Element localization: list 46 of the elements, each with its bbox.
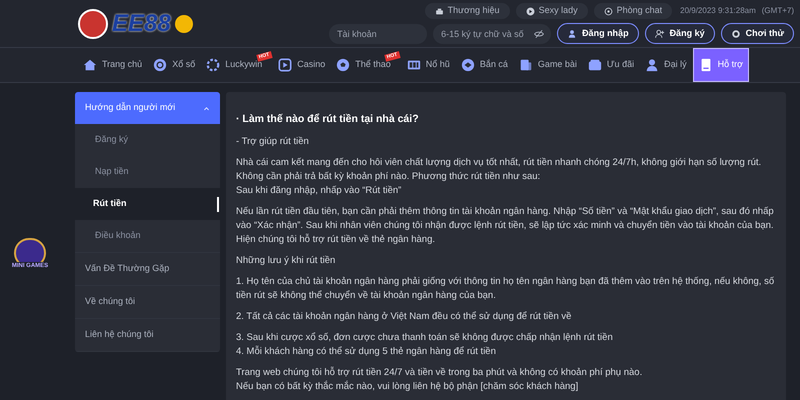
article-paragraph: Nếu bạn có bất kỳ thắc mắc nào, vui lòng liên hệ bộ phận [chăm sóc khách hàng] (236, 380, 580, 394)
nav-label[interactable]: Hỗ trợ (718, 58, 743, 72)
article-paragraph: Sau khi đăng nhập, nhấp vào “Rút tiền” (236, 184, 402, 198)
nav-label[interactable]: Đại lý (664, 58, 687, 72)
nav-label[interactable]: Game bài (538, 58, 577, 72)
article-paragraph: 2. Tất cả các tài khoản ngân hàng ở Việt Nam đều có thể sử dụng để rút tiền về (236, 310, 572, 324)
article-paragraph: Nhà cái cam kết mang đến cho hôi viên chất lượng dịch vụ tốt nhất, rút tiền nhanh chóng 24/7h, không giới hạn số lượng rút. Không cần phải trả bất kỳ khoản phí nào. Phương thức rút tiền như sau: (236, 156, 762, 184)
article-title: · Làm thế nào để rút tiền tại nhà cái? (236, 112, 420, 126)
article-paragraph: - Trợ giúp rút tiền (236, 135, 310, 149)
article-paragraph: 1. Họ tên của chủ tài khoản ngân hàng phải giống với thông tin họ tên ngân hàng bạn đã thêm vào trên hệ thống, nếu không, số tiền rút sẽ không thể chuyển về tài khoản ngân hàng của bạn. (236, 275, 776, 303)
top-link[interactable]: Thương hiệu (424, 3, 510, 19)
timezone-text: (GMT+7) (762, 5, 794, 17)
nav-tab[interactable]: Đại lý (640, 48, 692, 82)
nav-label[interactable]: Trang chủ (102, 58, 142, 72)
header-button[interactable]: Chơi thử (720, 23, 794, 44)
article-paragraph: Những lưu ý khi rút tiền (236, 254, 336, 268)
sidebar-item[interactable]: Liên hệ chúng tôi (75, 319, 220, 351)
logo-text: EE88 (112, 8, 171, 38)
nav-tab[interactable]: Trang chủ (78, 48, 148, 82)
article-paragraph: 4. Mỗi khách hàng có thể sử dụng 5 thẻ ngân hàng để rút tiền (236, 345, 497, 359)
datetime-text: 20/9/2023 9:31:28am (680, 5, 756, 17)
nav-label[interactable]: Ưu đãi (606, 58, 634, 72)
username-field[interactable]: Tài khoản (329, 24, 428, 44)
nav-tab[interactable]: Nổ hũ (402, 48, 455, 82)
nav-label[interactable]: Nổ hũ (426, 58, 450, 72)
password-field[interactable]: 6-15 ký tự chữ và số (433, 24, 552, 44)
top-link[interactable]: Phòng chat (594, 3, 672, 19)
sidebar-item[interactable]: Về chúng tôi (75, 286, 220, 318)
nav-tab[interactable]: Ưu đãi (582, 48, 640, 82)
nav-label[interactable]: Bắn cá (480, 58, 508, 72)
top-link[interactable]: Sexy lady (516, 3, 588, 19)
nav-label[interactable]: Casino (297, 58, 326, 72)
article-paragraph: Trang web chúng tôi hỗ trợ rút tiền 24/7 và tiền về trong ba phút và không có khoản phí phụ nào. (236, 366, 644, 380)
nav-tab[interactable]: Bắn cá (456, 48, 513, 82)
nav-tab[interactable]: Game bài (514, 48, 582, 82)
article-paragraph: 3. Sau khi cược xổ số, đơn cược chưa thanh toán sẽ không được chấp nhận lệnh rút tiền (236, 331, 614, 345)
header-button[interactable]: Đăng ký (644, 23, 715, 44)
nav-label[interactable]: Xổ số (172, 58, 196, 72)
nav-tab[interactable]: Casino (273, 48, 330, 82)
header-button[interactable]: Đăng nhập (557, 23, 639, 44)
sidebar-subitem[interactable]: Rút tiền (75, 188, 220, 220)
article-paragraph: Nếu lần rút tiền đầu tiên, bạn cần phải thêm thông tin tài khoản ngân hàng. Nhập “Số tiền” và “Mật khẩu giao dịch”, sau đó nhấp vào “Xác nhận”. Sau khi nhân viên chúng tôi nhận được lệnh rút tiền, sẽ lập tức xác minh và chuyển tiền vào tài khoản của bạn. Hiện chúng tôi hỗ trợ rút tiền về thẻ ngân hàng. (236, 205, 775, 247)
nav-tab[interactable]: Xổ số (148, 48, 200, 82)
sidebar-item[interactable]: Vấn Đề Thường Gặp (75, 253, 220, 285)
sidebar-item[interactable]: Hướng dẫn người mới (75, 92, 220, 124)
nav-tab[interactable]: Hỗ trợ (692, 48, 749, 82)
